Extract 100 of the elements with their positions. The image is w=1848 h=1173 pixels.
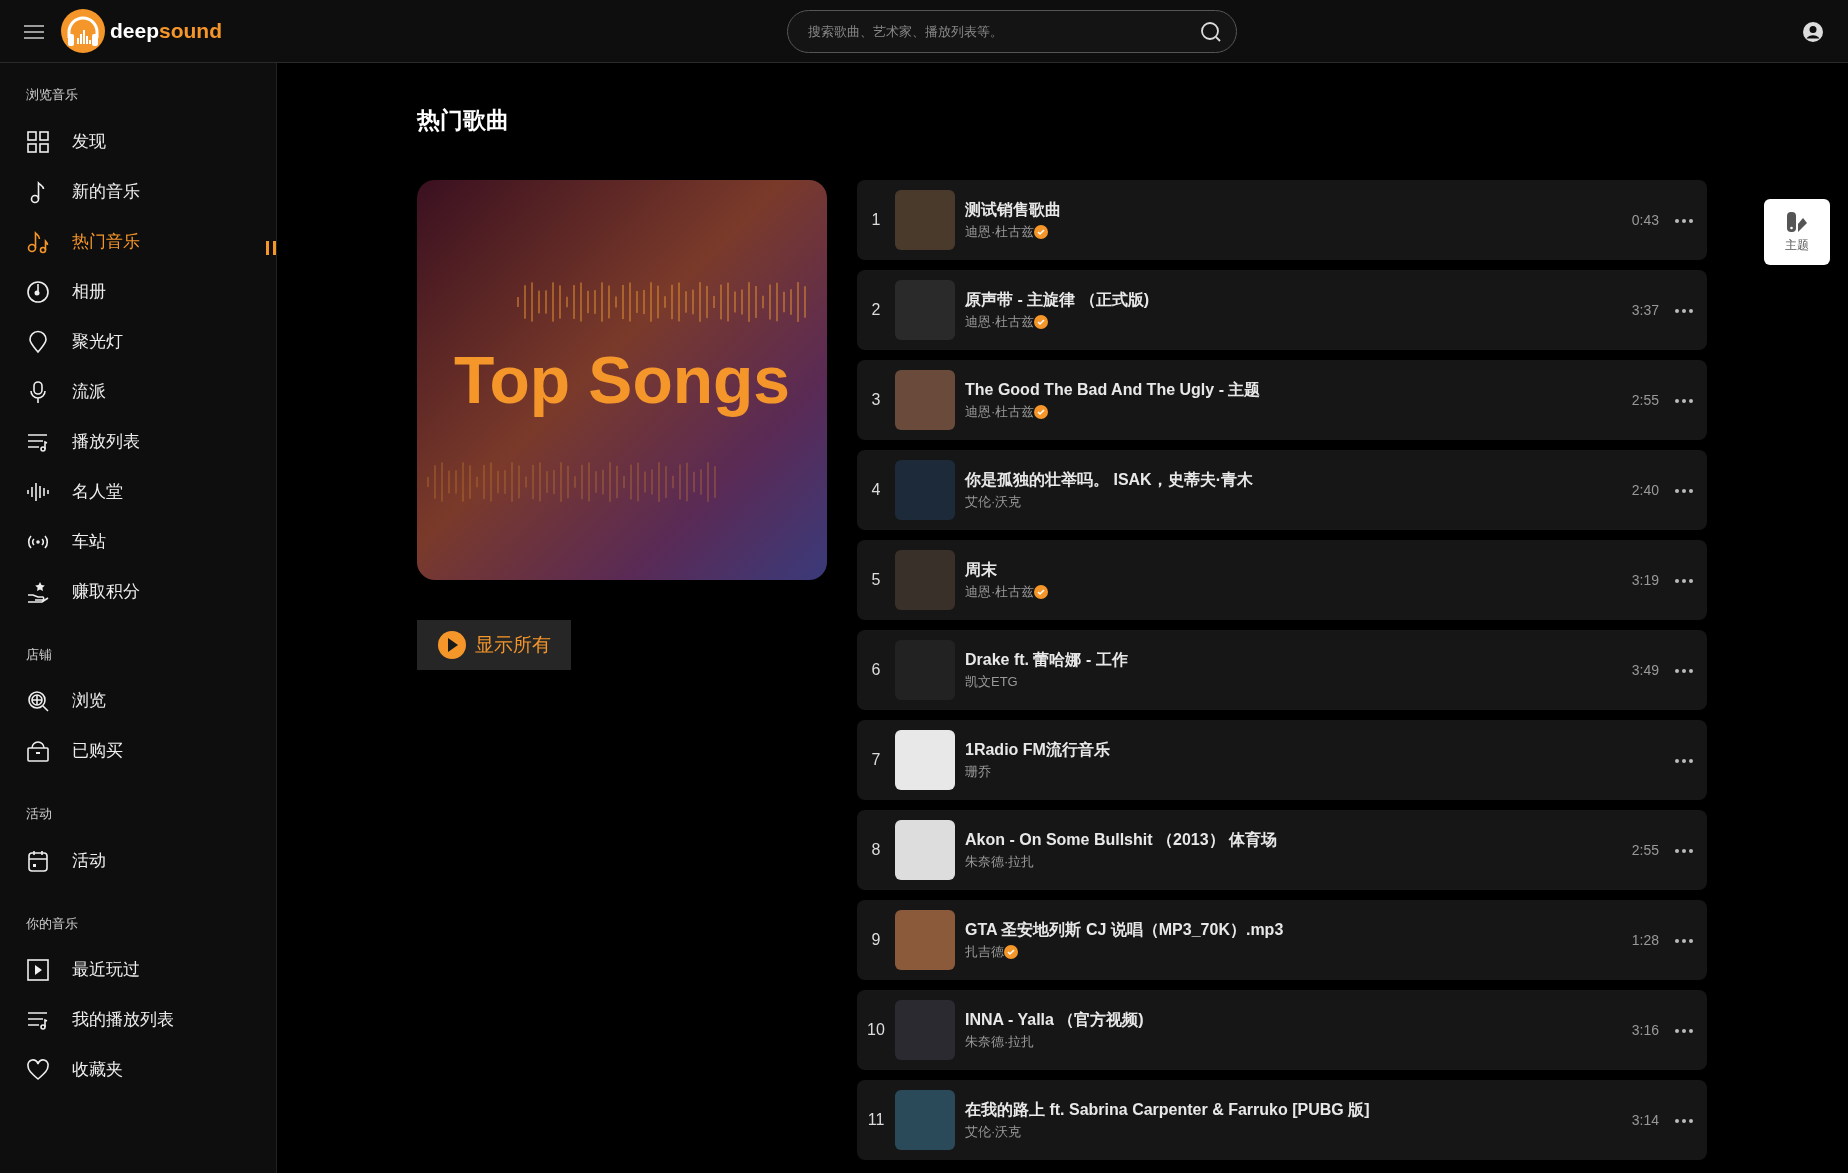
song-duration: 3:14	[1631, 1110, 1659, 1130]
logo-link[interactable]: deepsound	[60, 8, 222, 54]
theme-button[interactable]: 主题	[1764, 199, 1830, 265]
grid-icon	[26, 129, 50, 154]
song-rank: 8	[870, 840, 882, 860]
artist-name[interactable]: 迪恩·杜古兹	[965, 312, 1035, 332]
sidebar-item[interactable]: 名人堂	[26, 466, 276, 517]
globe-search-icon	[26, 689, 50, 713]
more-icon	[1675, 1028, 1693, 1033]
song-title[interactable]: INNA - Yalla （官方视频)	[965, 1008, 1632, 1033]
user-account-button[interactable]	[1802, 19, 1824, 43]
song-title[interactable]: The Good The Bad And The Ugly - 主题	[965, 378, 1632, 403]
song-duration: 0:43	[1631, 210, 1659, 230]
location-pin-icon	[26, 329, 50, 354]
disc-icon	[26, 279, 50, 304]
more-icon	[1675, 578, 1693, 583]
artist-name[interactable]: 珊乔	[965, 762, 991, 782]
sidebar-item[interactable]: 热门音乐	[26, 216, 276, 267]
sidebar-item[interactable]: 车站	[26, 516, 276, 567]
song-title[interactable]: 在我的路上 ft. Sabrina Carpenter & Farruko [PUBG 版]	[965, 1098, 1632, 1123]
song-row[interactable]: 11 在我的路上 ft. Sabrina Carpenter & Farruko [PUBG 版] 艾伦·沃克 3:14	[857, 1080, 1707, 1160]
sidebar-item[interactable]: 发现	[26, 116, 276, 167]
sidebar-item[interactable]: 已购买	[26, 726, 276, 776]
heart-icon	[26, 1058, 50, 1082]
artist-name[interactable]: 迪恩·杜古兹	[965, 402, 1035, 422]
sidebar-item[interactable]: 相册	[26, 266, 276, 317]
song-rank: 3	[870, 390, 882, 410]
album-art-placeholder	[895, 1090, 955, 1150]
artist-name[interactable]: 扎吉德	[965, 942, 1004, 962]
pause-bars-icon	[266, 241, 276, 255]
section-heading: 店铺	[26, 645, 53, 664]
song-row[interactable]: 9 GTA 圣安地列斯 CJ 说唱（MP3_70K）.mp3 扎吉德 1:28	[857, 900, 1707, 980]
song-duration: 3:19	[1631, 570, 1659, 590]
song-rank: 10	[866, 1020, 886, 1040]
album-art-placeholder	[895, 730, 955, 790]
album-art-placeholder	[895, 370, 955, 430]
sidebar-item[interactable]: 聚光灯	[26, 316, 276, 367]
search-field[interactable]: 搜索歌曲、艺术家、播放列表等。	[787, 9, 1237, 53]
section-heading: 活动	[26, 805, 53, 823]
sidebar-item[interactable]: 赚取积分	[26, 566, 276, 617]
sidebar-item[interactable]: 收藏夹	[26, 1045, 276, 1095]
song-row[interactable]: 6 Drake ft. 蕾哈娜 - 工作 凯文ETG 3:49	[857, 630, 1707, 710]
song-rank: 9	[870, 930, 882, 950]
sidebar-item[interactable]: 新的音乐	[26, 166, 276, 217]
song-row[interactable]: 10 INNA - Yalla （官方视频) 朱奈德·拉扎 3:16	[857, 990, 1707, 1070]
play-circle-icon	[437, 630, 467, 660]
song-duration: 3:16	[1631, 1020, 1659, 1040]
song-rank: 4	[870, 480, 882, 500]
artist-name[interactable]: 艾伦·沃克	[965, 492, 1022, 512]
song-row[interactable]: 8 Akon - On Some Bullshit （2013） 体育场 朱奈德·拉扎 2:55	[857, 810, 1707, 890]
show-all-button[interactable]: 显示所有	[417, 620, 571, 670]
album-art-placeholder	[895, 1000, 955, 1060]
bag-icon	[26, 739, 50, 763]
calendar-icon	[26, 848, 50, 873]
more-icon	[1675, 758, 1693, 763]
play-icon	[26, 958, 50, 982]
search-icon	[1199, 19, 1223, 44]
more-icon	[1675, 488, 1693, 493]
artist-name[interactable]: 艾伦·沃克	[965, 1122, 1022, 1142]
song-duration: 3:49	[1631, 660, 1659, 680]
song-title[interactable]: 1Radio FM流行音乐	[965, 738, 1673, 763]
song-row[interactable]: 3 The Good The Bad And The Ugly - 主题 迪恩·杜古兹 2:55	[857, 360, 1707, 440]
song-rank: 6	[870, 660, 882, 680]
sidebar-item[interactable]: 播放列表	[26, 416, 276, 467]
more-icon	[1675, 848, 1693, 853]
artist-name[interactable]: 凯文ETG	[965, 672, 1018, 692]
song-title[interactable]: Akon - On Some Bullshit （2013） 体育场	[965, 828, 1632, 853]
song-title[interactable]: 原声带 - 主旋律 （正式版)	[965, 288, 1632, 313]
album-art-placeholder	[895, 460, 955, 520]
song-title[interactable]: 你是孤独的壮举吗。 ISAK，史蒂夫·青木	[965, 468, 1632, 493]
song-row[interactable]: 2 原声带 - 主旋律 （正式版) 迪恩·杜古兹 3:37	[857, 270, 1707, 350]
user-icon	[1802, 20, 1824, 43]
sidebar-item[interactable]: 最近玩过	[26, 945, 276, 995]
section-heading: 浏览音乐	[26, 86, 79, 104]
song-duration: 1:28	[1631, 930, 1659, 950]
sidebar-item[interactable]: 浏览	[26, 676, 276, 726]
song-row[interactable]: 4 你是孤独的壮举吗。 ISAK，史蒂夫·青木 艾伦·沃克 2:40	[857, 450, 1707, 530]
more-icon	[1675, 668, 1693, 673]
song-row[interactable]: 1 测试销售歌曲 迪恩·杜古兹 0:43	[857, 180, 1707, 260]
sidebar-item[interactable]: 流派	[26, 366, 276, 417]
song-title[interactable]: 测试销售歌曲	[965, 198, 1632, 223]
more-icon	[1675, 1118, 1693, 1123]
song-title[interactable]: GTA 圣安地列斯 CJ 说唱（MP3_70K）.mp3	[965, 918, 1632, 943]
artist-name[interactable]: 迪恩·杜古兹	[965, 582, 1035, 602]
artist-name[interactable]: 朱奈德·拉扎	[965, 852, 1035, 872]
song-row[interactable]: 5 周末 迪恩·杜古兹 3:19	[857, 540, 1707, 620]
sidebar-item[interactable]: 活动	[26, 835, 276, 886]
artist-name[interactable]: 朱奈德·拉扎	[965, 1032, 1035, 1052]
song-rank: 1	[870, 210, 882, 230]
song-row[interactable]: 7 1Radio FM流行音乐 珊乔	[857, 720, 1707, 800]
music-notes-icon	[26, 229, 50, 254]
song-rank: 2	[870, 300, 882, 320]
artist-name[interactable]: 迪恩·杜古兹	[965, 222, 1035, 242]
logo-text: deepsound	[110, 18, 222, 45]
sidebar-item[interactable]: 我的播放列表	[26, 995, 276, 1045]
song-duration: 3:37	[1631, 300, 1659, 320]
song-title[interactable]: 周末	[965, 558, 1632, 583]
song-title[interactable]: Drake ft. 蕾哈娜 - 工作	[965, 648, 1632, 673]
headphones-logo-icon	[60, 8, 106, 54]
song-rank: 5	[870, 570, 882, 590]
